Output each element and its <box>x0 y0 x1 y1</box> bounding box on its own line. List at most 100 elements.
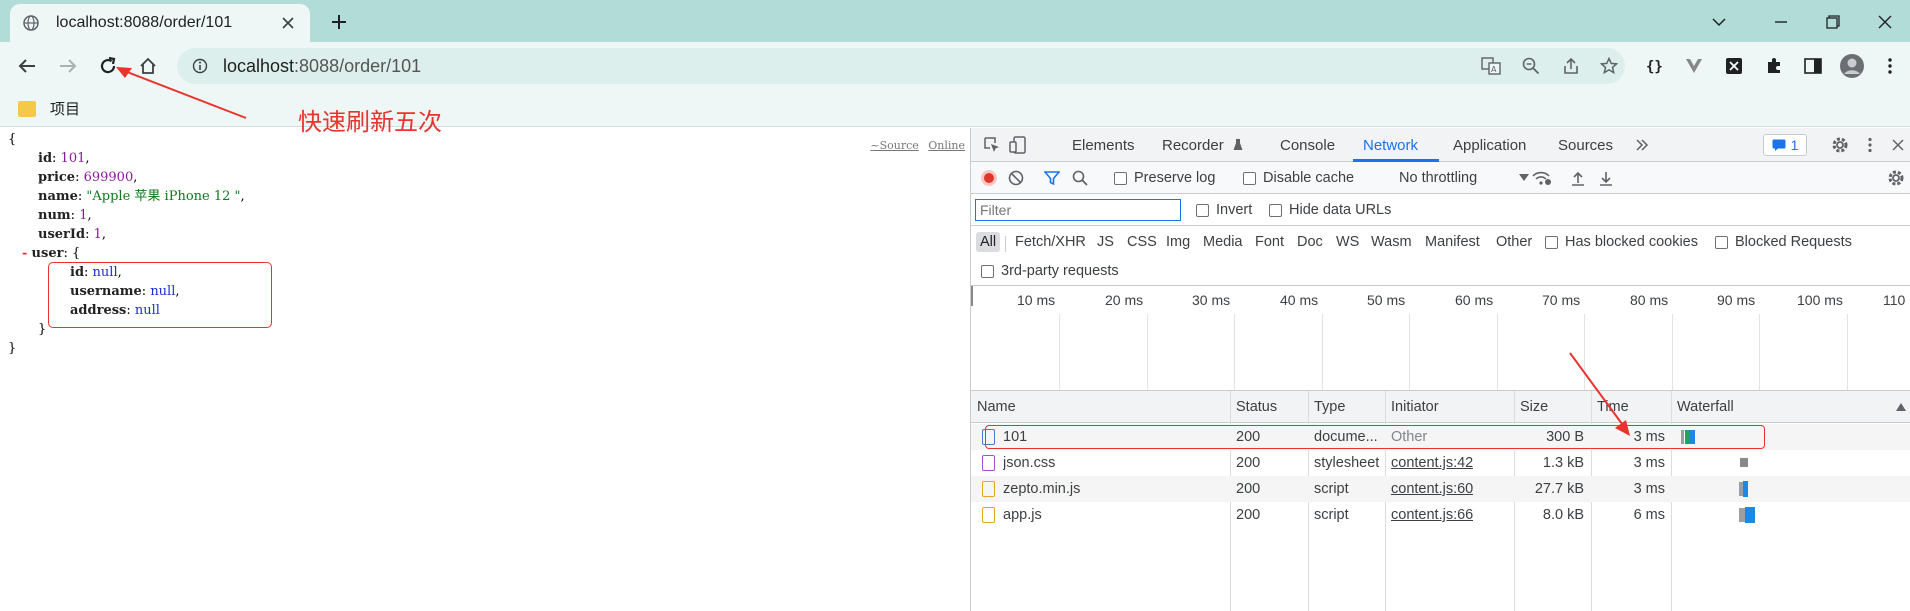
json-view-links: ~Source Online <box>864 136 965 155</box>
search-icon[interactable] <box>1069 167 1091 189</box>
browser-tab[interactable]: localhost:8088/order/101 <box>10 4 310 42</box>
network-settings-icon[interactable] <box>1885 167 1907 189</box>
json-field: price: 699900, <box>38 170 138 185</box>
column-header-type[interactable]: Type <box>1314 399 1345 415</box>
collapse-toggle[interactable]: - <box>22 246 27 261</box>
tab-network[interactable]: Network <box>1363 137 1418 154</box>
avatar[interactable] <box>1838 52 1866 80</box>
new-tab-button[interactable] <box>326 9 352 35</box>
invert-checkbox[interactable]: Invert <box>1196 202 1252 218</box>
table-row[interactable]: app.js 200 script content.js:66 8.0 kB 6… <box>971 502 1910 528</box>
table-row[interactable]: zepto.min.js 200 script content.js:60 27… <box>971 476 1910 502</box>
filter-css[interactable]: CSS <box>1123 232 1161 252</box>
svg-text:{}: {} <box>1646 59 1663 75</box>
reload-icon[interactable] <box>94 52 122 80</box>
throttling-select[interactable]: No throttling <box>1399 170 1530 186</box>
zoom-icon[interactable] <box>1517 52 1545 80</box>
source-link[interactable]: ~Source <box>870 139 918 152</box>
json-user-field[interactable]: - user: { <box>22 244 80 263</box>
tab-recorder[interactable]: Recorder <box>1162 137 1224 154</box>
import-har-icon[interactable] <box>1567 167 1589 189</box>
filter-input[interactable] <box>975 199 1181 221</box>
waterfall-bar <box>1745 507 1755 523</box>
table-row[interactable]: json.css 200 stylesheet content.js:42 1.… <box>971 450 1910 476</box>
timeline-tick-label: 50 ms <box>1367 292 1406 308</box>
filter-manifest[interactable]: Manifest <box>1421 232 1484 252</box>
network-overview-timeline[interactable]: 10 ms 20 ms 30 ms 40 ms 50 ms 60 ms 70 m… <box>971 286 1910 391</box>
column-header-waterfall[interactable]: Waterfall <box>1677 399 1734 415</box>
clear-icon[interactable] <box>1005 167 1027 189</box>
more-tabs-icon[interactable] <box>1631 134 1653 156</box>
network-request-table: Name Status Type Initiator Size Time Wat… <box>971 391 1910 611</box>
close-devtools-icon[interactable] <box>1887 134 1909 156</box>
tab-application[interactable]: Application <box>1453 137 1526 154</box>
minimize-icon[interactable] <box>1768 9 1794 35</box>
site-info-icon[interactable] <box>191 57 209 75</box>
script-file-icon <box>982 507 995 523</box>
close-window-icon[interactable] <box>1872 9 1898 35</box>
hide-data-urls-checkbox[interactable]: Hide data URLs <box>1269 202 1391 218</box>
filter-fetch-xhr[interactable]: Fetch/XHR <box>1011 232 1090 252</box>
record-icon[interactable] <box>981 170 997 186</box>
settings-gear-icon[interactable] <box>1829 134 1851 156</box>
filter-wasm[interactable]: Wasm <box>1367 232 1416 252</box>
tab-search-icon[interactable] <box>1706 9 1732 35</box>
filter-funnel-icon[interactable] <box>1041 167 1063 189</box>
column-header-size[interactable]: Size <box>1520 399 1548 415</box>
filter-other[interactable]: Other <box>1492 232 1536 252</box>
disable-cache-checkbox[interactable]: Disable cache <box>1243 170 1354 186</box>
blocked-requests-checkbox[interactable]: Blocked Requests <box>1715 234 1852 250</box>
forward-arrow-icon[interactable] <box>54 52 82 80</box>
bookmark-folder[interactable]: 项目 <box>18 98 80 119</box>
preserve-log-checkbox[interactable]: Preserve log <box>1114 170 1215 186</box>
tab-sources[interactable]: Sources <box>1558 137 1613 154</box>
timeline-handle[interactable] <box>971 286 973 306</box>
close-tab-icon[interactable] <box>278 13 298 33</box>
waterfall-bar <box>1743 481 1748 497</box>
inspect-element-icon[interactable] <box>981 134 1003 156</box>
column-header-name[interactable]: Name <box>977 399 1016 415</box>
message-icon <box>1772 139 1786 151</box>
address-bar[interactable]: localhost:8088/order/101 A <box>177 48 1625 84</box>
online-link[interactable]: Online <box>928 139 965 152</box>
timeline-tick-label: 40 ms <box>1280 292 1319 308</box>
side-panel-icon[interactable] <box>1799 52 1827 80</box>
devtools-menu-icon[interactable] <box>1859 134 1881 156</box>
back-arrow-icon[interactable] <box>13 52 41 80</box>
timeline-gridline <box>1759 314 1760 390</box>
tab-elements[interactable]: Elements <box>1072 137 1135 154</box>
filter-font[interactable]: Font <box>1251 232 1288 252</box>
json-close-brace: } <box>8 341 17 356</box>
timeline-gridline <box>1147 314 1148 390</box>
timeline-tick-label: 10 ms <box>1017 292 1056 308</box>
json-extension-icon[interactable]: {} <box>1641 52 1669 80</box>
vue-devtools-icon[interactable] <box>1680 52 1708 80</box>
filter-all[interactable]: All <box>976 232 1001 252</box>
extension-x-icon[interactable] <box>1720 52 1748 80</box>
column-header-status[interactable]: Status <box>1236 399 1277 415</box>
tab-console[interactable]: Console <box>1280 137 1335 154</box>
device-toolbar-icon[interactable] <box>1007 134 1029 156</box>
sort-ascending-icon[interactable] <box>1896 403 1906 411</box>
restore-icon[interactable] <box>1820 9 1846 35</box>
home-icon[interactable] <box>134 52 162 80</box>
filter-img[interactable]: Img <box>1162 232 1194 252</box>
timeline-gridline <box>1497 314 1498 390</box>
extensions-puzzle-icon[interactable] <box>1760 52 1788 80</box>
issues-badge[interactable]: 1 <box>1763 134 1807 156</box>
bookmark-star-icon[interactable] <box>1595 52 1623 80</box>
filter-media[interactable]: Media <box>1199 232 1247 252</box>
filter-ws[interactable]: WS <box>1332 232 1363 252</box>
export-har-icon[interactable] <box>1595 167 1617 189</box>
filter-doc[interactable]: Doc <box>1293 232 1327 252</box>
network-conditions-icon[interactable] <box>1531 167 1553 189</box>
translate-icon[interactable]: A <box>1477 52 1505 80</box>
menu-dots-icon[interactable] <box>1876 52 1904 80</box>
third-party-requests-checkbox[interactable]: 3rd-party requests <box>981 263 1119 279</box>
share-icon[interactable] <box>1557 52 1585 80</box>
filter-bar: Invert Hide data URLs <box>971 194 1910 226</box>
column-header-time[interactable]: Time <box>1597 399 1629 415</box>
column-header-initiator[interactable]: Initiator <box>1391 399 1439 415</box>
has-blocked-cookies-checkbox[interactable]: Has blocked cookies <box>1545 234 1698 250</box>
filter-js[interactable]: JS <box>1093 232 1118 252</box>
